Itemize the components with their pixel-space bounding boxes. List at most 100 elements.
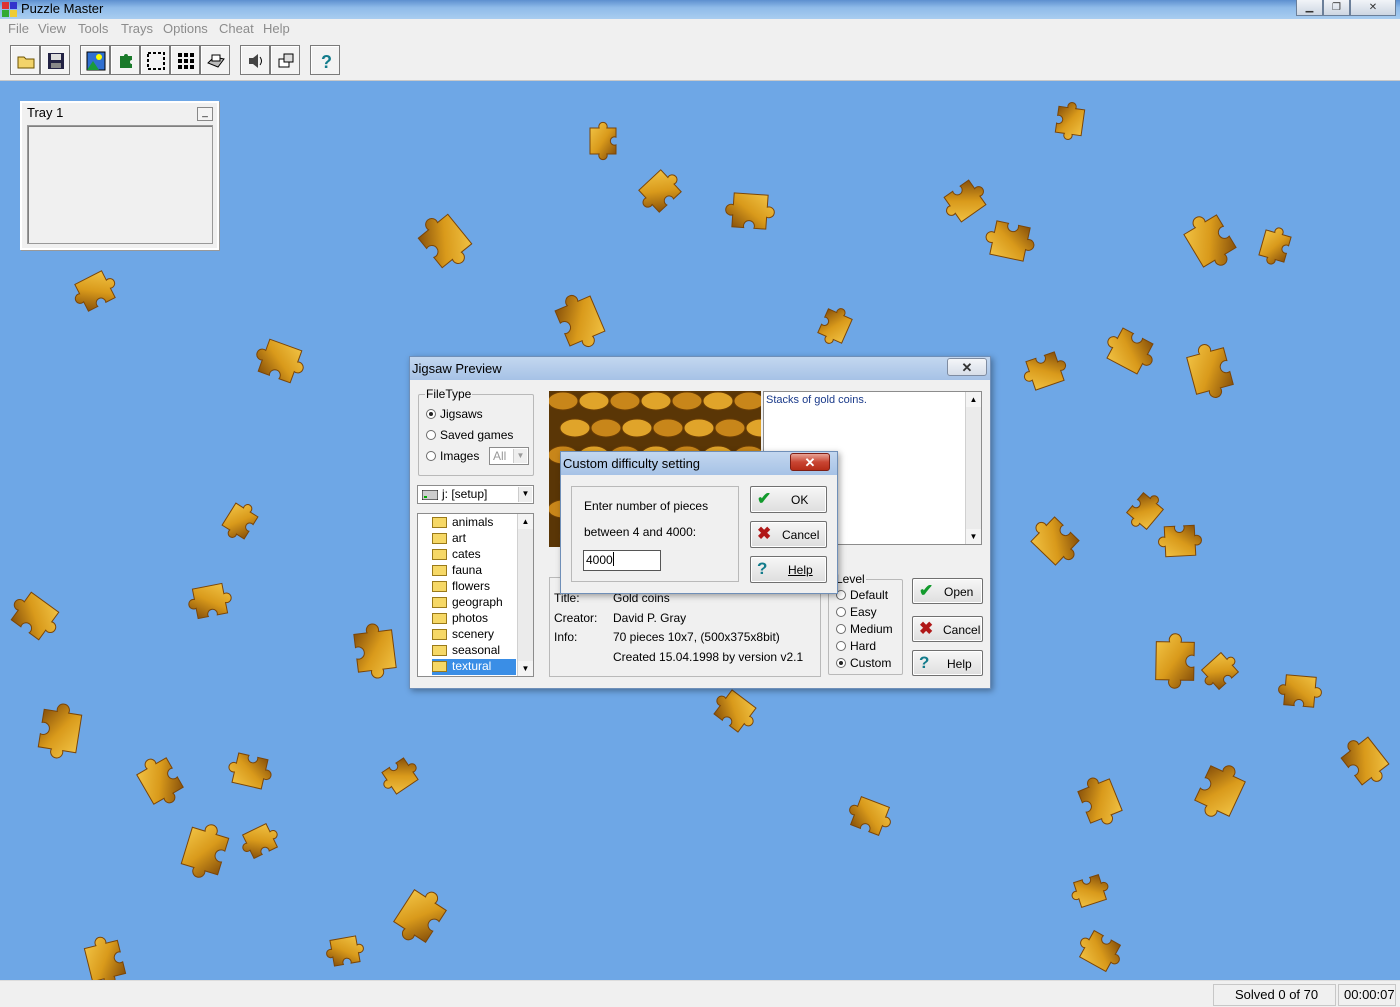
puzzle-piece[interactable] xyxy=(83,933,128,980)
puzzle-piece[interactable] xyxy=(251,337,308,386)
help-button[interactable]: ? xyxy=(310,45,340,75)
puzzle-piece[interactable] xyxy=(709,686,761,736)
puzzle-piece[interactable] xyxy=(1054,101,1086,141)
preview-image-button[interactable] xyxy=(80,45,110,75)
puzzle-piece[interactable] xyxy=(1074,927,1126,974)
menu-help[interactable]: Help xyxy=(263,21,290,36)
drive-select[interactable]: j: [setup] ▼ xyxy=(417,485,534,504)
puzzle-piece[interactable] xyxy=(1101,325,1160,378)
description-scrollbar[interactable]: ▲ ▼ xyxy=(965,392,981,544)
puzzle-piece[interactable] xyxy=(238,821,283,861)
pieces-input[interactable]: 4000 xyxy=(583,550,661,571)
puzzle-piece[interactable] xyxy=(389,883,450,949)
tray-minimize-button[interactable]: _ xyxy=(197,107,213,121)
radio-default[interactable]: Default xyxy=(836,588,888,602)
pieces-button[interactable] xyxy=(110,45,140,75)
folder-item[interactable]: scenery xyxy=(432,627,516,643)
puzzle-piece[interactable] xyxy=(552,289,608,354)
menu-file[interactable]: File xyxy=(8,21,29,36)
scroll-up-icon[interactable]: ▲ xyxy=(966,392,981,407)
puzzle-piece[interactable] xyxy=(1068,873,1111,909)
puzzle-piece[interactable] xyxy=(5,588,64,644)
puzzle-piece[interactable] xyxy=(1123,488,1167,533)
puzzle-piece[interactable] xyxy=(1191,758,1248,823)
music-button[interactable] xyxy=(270,45,300,75)
restore-button[interactable]: ❐ xyxy=(1323,0,1350,16)
folder-list[interactable]: animals art cates fauna flowers geograph… xyxy=(417,513,534,677)
puzzle-piece[interactable] xyxy=(69,268,121,314)
tray-window[interactable]: Tray 1 _ xyxy=(20,101,219,250)
puzzle-piece[interactable] xyxy=(1277,674,1322,708)
save-button[interactable] xyxy=(40,45,70,75)
puzzle-piece[interactable] xyxy=(353,622,397,681)
scroll-down-icon[interactable]: ▼ xyxy=(518,661,533,676)
puzzle-piece[interactable] xyxy=(845,794,896,837)
folder-item[interactable]: geograph xyxy=(432,595,516,611)
images-filter-select[interactable]: All ▼ xyxy=(489,447,529,465)
cancel-button[interactable]: ✖ Cancel xyxy=(750,521,827,548)
puzzle-piece[interactable] xyxy=(1155,633,1195,689)
puzzle-piece[interactable] xyxy=(589,121,617,161)
folder-item[interactable]: flowers xyxy=(432,579,516,595)
radio-custom[interactable]: Custom xyxy=(836,656,891,670)
puzzle-piece[interactable] xyxy=(179,819,231,882)
puzzle-piece[interactable] xyxy=(1337,731,1394,790)
cancel-button[interactable]: ✖ Cancel xyxy=(912,616,983,642)
radio-jigsaws[interactable]: Jigsaws xyxy=(426,407,483,421)
puzzle-piece[interactable] xyxy=(1185,340,1236,402)
radio-medium[interactable]: Medium xyxy=(836,622,893,636)
puzzle-piece[interactable] xyxy=(219,498,261,543)
puzzle-piece[interactable] xyxy=(1197,649,1242,693)
open-button[interactable]: ✔ Open xyxy=(912,578,983,604)
puzzle-piece[interactable] xyxy=(1257,225,1292,268)
folder-item[interactable]: fauna xyxy=(432,563,516,579)
puzzle-piece[interactable] xyxy=(939,176,991,225)
menu-trays[interactable]: Trays xyxy=(121,21,153,36)
radio-hard[interactable]: Hard xyxy=(836,639,876,653)
folder-item[interactable]: cates xyxy=(432,547,516,563)
radio-images[interactable]: Images xyxy=(426,449,479,463)
puzzle-piece[interactable] xyxy=(37,701,83,761)
close-button[interactable]: ✕ xyxy=(1350,0,1396,16)
puzzle-piece[interactable] xyxy=(1020,350,1070,392)
radio-easy[interactable]: Easy xyxy=(836,605,877,619)
menu-cheat[interactable]: Cheat xyxy=(219,21,254,36)
sound-button[interactable] xyxy=(240,45,270,75)
ok-button[interactable]: ✔ OK xyxy=(750,486,827,513)
folder-item[interactable]: photos xyxy=(432,611,516,627)
tray-well[interactable] xyxy=(27,125,213,244)
help-button[interactable]: ? Help xyxy=(912,650,983,676)
folder-item[interactable]: seasonal xyxy=(432,643,516,659)
edge-pieces-button[interactable] xyxy=(140,45,170,75)
scroll-up-icon[interactable]: ▲ xyxy=(518,514,533,529)
folder-item[interactable]: animals xyxy=(432,515,516,531)
puzzle-piece[interactable] xyxy=(1158,524,1202,558)
puzzle-piece[interactable] xyxy=(324,935,365,967)
dialog-close-button[interactable]: ✕ xyxy=(790,453,830,471)
minimize-button[interactable]: ▁ xyxy=(1296,0,1323,16)
folder-item[interactable]: art xyxy=(432,531,516,547)
radio-saved-games[interactable]: Saved games xyxy=(426,428,513,442)
puzzle-piece[interactable] xyxy=(725,192,776,230)
puzzle-piece[interactable] xyxy=(1026,512,1085,570)
puzzle-piece[interactable] xyxy=(133,751,187,810)
puzzle-piece[interactable] xyxy=(1075,772,1125,830)
puzzle-piece[interactable] xyxy=(983,219,1038,262)
help-button[interactable]: ? Help xyxy=(750,556,827,583)
puzzle-piece[interactable] xyxy=(413,208,477,274)
folder-item-selected[interactable]: textural xyxy=(432,659,516,675)
grid-button[interactable] xyxy=(170,45,200,75)
tray-button[interactable] xyxy=(200,45,230,75)
open-button[interactable] xyxy=(10,45,40,75)
puzzle-piece[interactable] xyxy=(634,165,686,216)
dialog-close-button[interactable]: ✕ xyxy=(947,358,987,376)
folder-list-scrollbar[interactable]: ▲ ▼ xyxy=(517,514,533,676)
scroll-down-icon[interactable]: ▼ xyxy=(966,529,981,544)
puzzle-piece[interactable] xyxy=(816,304,855,349)
puzzle-piece[interactable] xyxy=(226,752,275,791)
puzzle-piece[interactable] xyxy=(377,755,422,797)
menu-options[interactable]: Options xyxy=(163,21,208,36)
menu-view[interactable]: View xyxy=(38,21,66,36)
menu-tools[interactable]: Tools xyxy=(78,21,108,36)
puzzle-piece[interactable] xyxy=(1180,208,1241,274)
